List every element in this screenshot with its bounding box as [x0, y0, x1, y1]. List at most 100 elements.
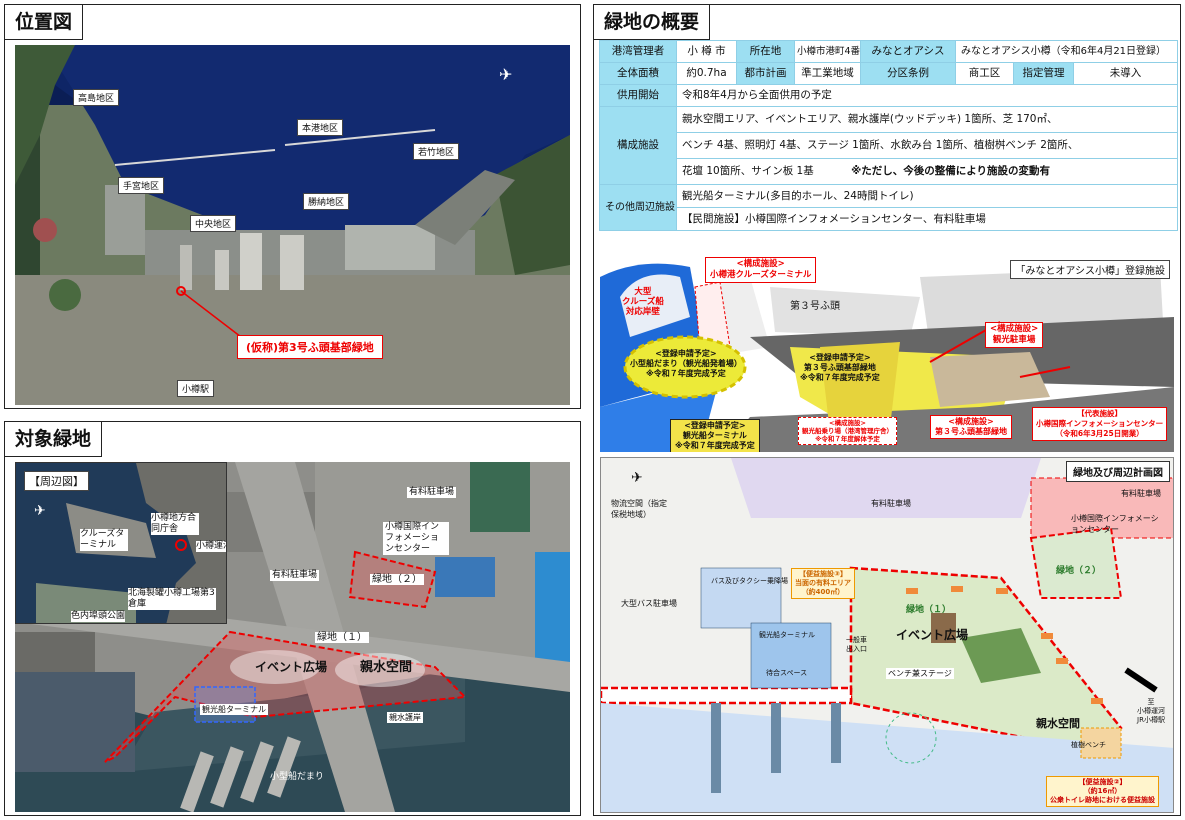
c5-line-2: ※令和７年度完成予定	[646, 369, 726, 378]
cell-label-oasis: みなとオアシス	[860, 40, 956, 63]
illo-callout-parking: <構成施設> 観光駐車場	[985, 322, 1044, 348]
toilet-line-0: 【便益施設②】	[1078, 778, 1127, 786]
surrounding-inset: 【周辺図】 小樽地方合同庁舎 小樽運河 クルーズターミナル 北海製罐小樽工場第3…	[15, 462, 227, 624]
target-label-info: 小樽国際インフォメーションセンター	[383, 522, 449, 555]
cell-value-area: 約0.7ha	[676, 62, 737, 85]
oasis-illustration: 「みなとオアシス小樽」登録施設 <構成施設> 小樽港クルーズターミナル 大型 ク…	[600, 257, 1174, 452]
illo-callout-boat-terminal: <登録申請予定> 観光船ターミナル ※令和７年度完成予定	[670, 419, 760, 452]
plan-label-event: イベント広場	[896, 628, 969, 642]
cell-value-oasis: みなとオアシス小樽（令和6年4月21日登録）	[954, 40, 1179, 63]
illo-callout-pier-office: <構成施設> 観光船乗り場（港湾管理庁舎） ※令和７年度解体予定	[798, 417, 897, 445]
facilities-line-3: 花壇 10箇所、サイン板 1基	[682, 165, 814, 177]
plan-callout-toilet: 【便益施設②】 （約16㎡） 公衆トイレ跡地における便益施設	[1046, 776, 1159, 807]
plan-label-parking1: 有料駐車場	[871, 499, 911, 508]
plan-label-logistics: 物流空間（指定保税地域）	[611, 499, 667, 519]
station-line-1: 小樽運河	[1137, 707, 1165, 715]
overview-row-opening: 供用開始 令和8年4月から全面供用の予定	[599, 84, 1179, 107]
c5-line-1: 小型船だまり（観光船発着場）	[630, 359, 742, 368]
location-map-panel: 高島地区 本港地区 若竹地区 手宮地区 勝納地区 中央地区 (仮称)第3号ふ頭基…	[4, 4, 581, 409]
area-label-honko: 本港地区	[297, 119, 344, 136]
cell-label-area: 全体面積	[599, 62, 677, 85]
c10-line-1: 小樽国際インフォメーションセンター	[1036, 419, 1164, 428]
inset-label-office: 小樽地方合同庁舎	[151, 513, 199, 535]
area-label-shonai: 勝納地区	[303, 193, 350, 210]
cell-label-management: 指定管理	[1013, 62, 1074, 85]
c1-line-0: <構成施設>	[736, 259, 785, 269]
overview-row-nearby-1: その他周辺施設 観光船ターミナル(多目的ホール、24時間トイレ)	[599, 184, 1179, 231]
area-label-chuo: 中央地区	[190, 215, 237, 232]
c9-line-1: 第３号ふ頭基部緑地	[935, 427, 1007, 436]
c2-line-1: クルーズ船	[622, 297, 664, 307]
illo-callout-base-green: <登録申請予定> 第３号ふ頭基部緑地 ※令和７年度完成予定	[800, 353, 880, 383]
nearby-line-1: 観光船ターミナル(多目的ホール、24時間トイレ)	[675, 184, 1179, 208]
illo-callout-info-center: 【代表施設】 小樽国際インフォメーションセンター （令和6年3月25日開業）	[1032, 407, 1168, 441]
plan-label-green1: 緑地（１）	[906, 605, 952, 615]
plan-label-waterside: 親水空間	[1036, 717, 1080, 730]
plan-label-taxi: バス及びタクシー乗降場	[711, 577, 788, 585]
c6-line-2: ※令和７年度完成予定	[800, 373, 880, 382]
north-arrow-icon: ✈	[499, 65, 513, 84]
target-green-title: 対象緑地	[5, 422, 103, 457]
target-label-terminal: 観光船ターミナル	[200, 704, 268, 715]
plan-callout-convenience: 【便益施設③】 当面の有料エリア （約400㎡）	[791, 568, 855, 599]
cell-label-zoning: 分区条例	[860, 62, 956, 85]
plan-label-waiting: 待合スペース	[766, 669, 808, 677]
c9-line-0: <構成施設>	[948, 417, 994, 426]
plan-label-stage: ベンチ兼ステージ	[886, 668, 954, 679]
c7-line-2: ※令和７年度完成予定	[675, 441, 755, 450]
area-label-wakatake: 若竹地区	[413, 143, 460, 160]
plan-label-bus: 大型バス駐車場	[621, 599, 677, 608]
cell-value-management: 未導入	[1072, 62, 1179, 85]
cell-value-zoning: 商工区	[955, 62, 1014, 85]
plan-label-parking2: 有料駐車場	[1121, 489, 1161, 498]
plan-label-terminal: 観光船ターミナル	[759, 631, 815, 639]
c7-line-1: 観光船ターミナル	[682, 431, 747, 440]
conv-line-0: 【便益施設③】	[799, 570, 847, 578]
c6-line-1: 第３号ふ頭基部緑地	[803, 363, 876, 372]
facilities-line-1: 親水空間エリア、イベントエリア、親水護岸(ウッドデッキ) 1箇所、芝 170㎡、	[675, 106, 1179, 133]
cell-value-planning: 準工業地域	[794, 62, 861, 85]
overview-row-nearby-2: 【民間施設】小樽国際インフォメーションセンター、有料駐車場	[600, 207, 1179, 231]
entrance-line-1: 出入口	[846, 645, 867, 653]
cell-label-facilities: 構成施設	[599, 106, 677, 185]
c10-line-0: 【代表施設】	[1077, 409, 1123, 418]
overview-row-facilities-2: ベンチ 4基、照明灯 4基、ステージ 1箇所、水飲み台 1箇所、植樹桝ベンチ 2…	[600, 132, 1179, 159]
toilet-line-1: （約16㎡）	[1083, 787, 1122, 795]
target-label-waterside: 親水空間	[360, 660, 413, 675]
inset-label-cruise: クルーズターミナル	[80, 529, 128, 551]
overview-row-facilities-3: 花壇 10箇所、サイン板 1基 ※ただし、今後の整備により施設の変動有	[600, 158, 1179, 185]
location-aerial-photo: 高島地区 本港地区 若竹地区 手宮地区 勝納地区 中央地区 (仮称)第3号ふ頭基…	[15, 45, 570, 405]
overview-table: 港湾管理者 小 樽 市 所在地 小樽市港町4番 みなとオアシス みなとオアシス小…	[599, 40, 1179, 231]
c8-line-1: 観光船乗り場（港湾管理庁舎）	[802, 427, 893, 435]
c7-line-0: <登録申請予定>	[684, 421, 746, 430]
facilities-line-3-cell: 花壇 10箇所、サイン板 1基 ※ただし、今後の整備により施設の変動有	[675, 158, 1179, 185]
c6-line-0: <登録申請予定>	[809, 353, 871, 362]
illo-callout-cruise-terminal: <構成施設> 小樽港クルーズターミナル	[705, 257, 817, 283]
toilet-line-2: 公衆トイレ跡地における便益施設	[1050, 796, 1155, 804]
cell-label-planning: 都市計画	[736, 62, 795, 85]
conv-line-2: （約400㎡）	[801, 588, 845, 596]
cell-label-manager: 港湾管理者	[599, 40, 677, 63]
plan-svg	[601, 458, 1173, 812]
cell-label-nearby: その他周辺施設	[599, 184, 677, 231]
c1-line-1: 小樽港クルーズターミナル	[710, 270, 812, 280]
c10-line-2: （令和6年3月25日開業）	[1055, 429, 1144, 438]
nearby-line-2: 【民間施設】小樽国際インフォメーションセンター、有料駐車場	[675, 207, 1179, 231]
cell-label-opening: 供用開始	[599, 84, 677, 107]
conv-line-1: 当面の有料エリア	[795, 579, 851, 587]
plan-label-station: 至 小樽運河 JR小樽駅	[1137, 698, 1165, 725]
cell-value-manager: 小 樽 市	[676, 40, 737, 63]
plan-label-entrance: 一般車 出入口	[846, 636, 867, 654]
illo-callout-base-green-2: <構成施設> 第３号ふ頭基部緑地	[930, 415, 1012, 439]
illo-callout-berth: 大型 クルーズ船 対応岸壁	[622, 287, 664, 317]
station-label: 小樽駅	[177, 380, 215, 397]
inset-label-park: 色内埠頭公園	[71, 611, 126, 622]
area-label-takashima: 高島地区	[73, 89, 120, 106]
station-line-2: JR小樽駅	[1137, 716, 1165, 724]
target-label-revetment: 親水護岸	[387, 712, 423, 723]
cell-label-location: 所在地	[736, 40, 795, 63]
inset-title: 【周辺図】	[24, 471, 89, 491]
inset-north-icon: ✈	[34, 503, 46, 519]
target-label-event: イベント広場	[255, 660, 328, 674]
plan-north-icon: ✈	[631, 470, 643, 486]
